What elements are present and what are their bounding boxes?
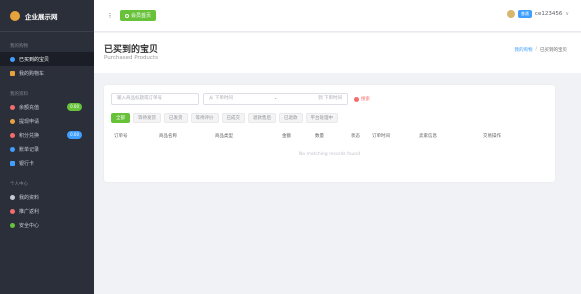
tab-awaiting-shipment[interactable]: 等待发货 [133,113,161,123]
app-name: 企业展示网 [25,12,58,21]
date-range-picker[interactable]: 从 下单时间 - 到 下单时间 [203,93,348,105]
table-empty-message: No matching records found [298,152,361,157]
sidebar-item-label: 推广返利 [19,208,40,215]
sidebar-item-label: 我的资料 [19,194,40,201]
tab-refunded[interactable]: 已退款 [279,113,303,123]
sidebar-item-label: 我的购物车 [19,70,45,77]
home-icon [125,13,129,18]
page-title: 已买到的宝贝 [104,45,159,55]
search-button[interactable]: 搜索 [354,96,370,102]
card-icon [10,160,15,166]
sidebar-item-label: 积分兑换 [19,132,40,139]
sidebar-item-label: 安全中心 [19,222,40,229]
column-header-amount[interactable]: 金额 [282,133,291,139]
username: ce123456 [534,11,563,17]
page-subtitle: Purchased Products [104,55,158,61]
nav-group-title: 我的购物 [10,44,28,49]
breadcrumb-separator: / [535,47,537,52]
shield-icon [10,222,15,228]
brand[interactable]: 企业展示网 [0,0,94,32]
column-header-product-name[interactable]: 商品名称 [159,133,177,139]
user-icon [10,194,15,200]
menu-toggle-icon[interactable]: ⁝ [104,10,116,22]
column-header-product-type[interactable]: 商品类型 [215,133,233,139]
member-home-button[interactable]: 会员首页 [120,10,157,21]
sidebar: 企业展示网 我的购物 已买到的宝贝 我的购物车 我的资料 余额充值 0.00 提… [0,0,94,294]
avatar [506,10,515,18]
balance-badge: 0.00 [67,103,82,111]
table-header: 订单号 商品名称 商品类型 金额 数量 状态 订单时间 卖家信息 交易操作 [111,133,549,142]
sidebar-item-recharge[interactable]: 余额充值 0.00 [0,100,94,114]
search-button-label: 搜索 [361,97,370,102]
order-status-tabs: 全部 等待发货 已发货 等待评价 已成交 退款售后 已退款 平台处理中 [111,113,338,123]
filter-bar: 输入商品标题或订单号 从 下单时间 - 到 下单时间 搜索 [111,93,370,105]
sidebar-item-cart[interactable]: 我的购物车 [0,66,94,80]
tab-all[interactable]: 全部 [111,113,130,123]
sidebar-item-label: 已买到的宝贝 [19,56,50,63]
points-icon [10,132,15,138]
column-header-status[interactable]: 状态 [351,133,360,139]
nav-group-title: 个人中心 [10,182,28,187]
bill-icon [10,146,15,152]
nav-group-title: 我的资料 [10,92,28,97]
column-header-seller-info[interactable]: 卖家信息 [419,133,437,139]
date-range-separator: - [274,96,277,102]
sidebar-item-bank-card[interactable]: 银行卡 [0,156,94,170]
withdraw-icon [10,118,15,124]
date-to-input[interactable]: 到 下单时间 [318,94,342,104]
sidebar-item-bills[interactable]: 账单记录 [0,142,94,156]
sidebar-item-label: 提现申请 [19,118,40,125]
sidebar-item-purchased[interactable]: 已买到的宝贝 [0,52,94,66]
sidebar-item-withdraw[interactable]: 提现申请 [0,114,94,128]
breadcrumb-link-shopping[interactable]: 我的购物 [514,47,532,53]
order-search-input[interactable]: 输入商品标题或订单号 [111,93,199,105]
sidebar-item-points[interactable]: 积分兑换 0.00 [0,128,94,142]
app: 企业展示网 我的购物 已买到的宝贝 我的购物车 我的资料 余额充值 0.00 提… [0,0,581,294]
user-level-badge: 普通 [517,10,532,18]
cart-icon [10,70,15,76]
sidebar-item-referral[interactable]: 推广返利 [0,204,94,218]
search-icon [354,96,359,102]
column-header-actions[interactable]: 交易操作 [483,133,501,139]
sidebar-item-label: 余额充值 [19,104,40,111]
column-header-order-no[interactable]: 订单号 [114,133,128,139]
nav-group-shopping: 我的购物 已买到的宝贝 我的购物车 [0,40,94,80]
wallet-icon [10,104,15,110]
logo-icon [10,10,20,21]
date-from-input[interactable]: 从 下单时间 [209,94,233,104]
nav-group-account: 个人中心 我的资料 推广返利 安全中心 [0,178,94,232]
column-header-quantity[interactable]: 数量 [315,133,324,139]
topbar: ⁝ 会员首页 普通 ce123456 ∨ [94,0,581,32]
sidebar-item-my-profile[interactable]: 我的资料 [0,190,94,204]
nav-group-profile: 我的资料 余额充值 0.00 提现申请 积分兑换 0.00 账单记录 银行卡 [0,88,94,170]
tab-refund-aftersales[interactable]: 退款售后 [248,113,276,123]
sidebar-item-security[interactable]: 安全中心 [0,218,94,232]
tab-awaiting-review[interactable]: 等待评价 [190,113,219,123]
list-icon [10,56,15,62]
breadcrumb: 我的购物 / 已买到的宝贝 [514,47,567,53]
user-menu[interactable]: 普通 ce123456 ∨ [506,10,569,18]
tab-shipped[interactable]: 已发货 [164,113,188,123]
points-badge: 0.00 [67,131,82,139]
member-home-label: 会员首页 [131,13,152,19]
breadcrumb-current: 已买到的宝贝 [540,48,567,53]
chevron-down-icon: ∨ [565,11,569,17]
sidebar-item-label: 银行卡 [19,160,35,167]
tab-completed[interactable]: 已成交 [221,113,245,123]
orders-card: 输入商品标题或订单号 从 下单时间 - 到 下单时间 搜索 全部 等待发货 已发… [104,85,555,182]
tab-platform-processing[interactable]: 平台处理中 [305,113,338,123]
sidebar-item-label: 账单记录 [19,146,40,153]
column-header-order-time[interactable]: 订单时间 [372,133,390,139]
share-icon [10,208,15,214]
page-header: 已买到的宝贝 Purchased Products 我的购物 / 已买到的宝贝 [94,33,581,73]
